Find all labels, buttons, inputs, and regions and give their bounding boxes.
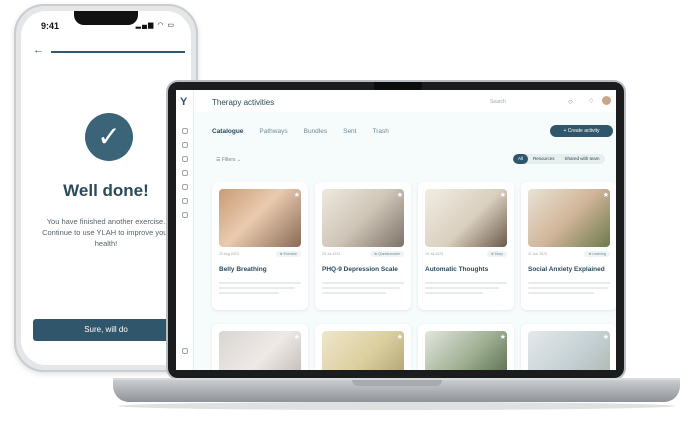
card-image xyxy=(322,189,404,247)
card-image xyxy=(219,189,301,247)
sidebar-calendar-icon[interactable] xyxy=(182,184,188,190)
app-logo[interactable]: Y xyxy=(180,96,187,108)
favourite-star-icon[interactable]: ★ xyxy=(500,191,506,199)
laptop-opening-groove xyxy=(351,380,442,386)
card-type-badge: ⊕ Questionnaire xyxy=(370,251,404,257)
favourite-star-icon[interactable]: ★ xyxy=(294,191,300,199)
activity-card-phq9[interactable]: ★ 25 Jul 2023 ⊕ Questionnaire PHQ-9 Depr… xyxy=(315,182,411,310)
sidebar-activities-icon[interactable] xyxy=(182,142,188,148)
activity-card[interactable]: ★ xyxy=(315,324,411,370)
avatar[interactable] xyxy=(602,96,611,105)
phone-notch xyxy=(74,11,138,25)
card-title: Belly Breathing xyxy=(219,266,267,273)
activity-card-automatic-thoughts[interactable]: ★ 19 Jul 2023 ⊕ Diary Automatic Thoughts xyxy=(418,182,514,310)
card-title: Social Anxiety Explained xyxy=(528,266,605,273)
card-type-badge: ⊕ Diary xyxy=(486,251,507,257)
search-input[interactable]: Search xyxy=(490,99,506,105)
card-date: 25 Jul 2023 xyxy=(322,252,341,256)
card-date: 19 Jul 2023 xyxy=(425,252,444,256)
card-image xyxy=(219,331,301,370)
topbar: Therapy activities Search ○ ♢ xyxy=(194,90,616,112)
card-type-badge: ⊕ Learning xyxy=(584,251,610,257)
card-description-line xyxy=(322,287,400,289)
sidebar-team-icon[interactable] xyxy=(182,170,188,176)
card-description-line xyxy=(528,287,608,289)
card-description-line xyxy=(219,287,295,289)
sidebar-help-icon[interactable] xyxy=(182,348,188,354)
checkmark-icon: ✓ xyxy=(85,113,133,161)
card-description-line xyxy=(528,282,610,284)
laptop-mockup: Y Therapy activities Search ○ ♢ Catalogu… xyxy=(166,80,626,380)
sidebar-messages-icon[interactable] xyxy=(182,198,188,204)
activity-card-belly-breathing[interactable]: ★ 20 Aug 2023 ⊕ Exercise Belly Breathing xyxy=(212,182,308,310)
favourite-star-icon[interactable]: ★ xyxy=(500,333,506,341)
laptop-base xyxy=(113,378,680,402)
search-icon[interactable]: ○ xyxy=(568,97,573,106)
card-description-line xyxy=(322,282,404,284)
card-description-line xyxy=(528,292,594,294)
signal-wifi-battery-icon: ▂▄▆ ◠ ▭ xyxy=(135,22,175,29)
card-image xyxy=(425,189,507,247)
card-image xyxy=(528,189,610,247)
sidebar-settings-icon[interactable] xyxy=(182,212,188,218)
segment-all[interactable]: All xyxy=(513,154,529,164)
back-arrow-icon[interactable]: ← xyxy=(33,44,44,56)
exercise-progress-fill xyxy=(51,51,185,53)
favourite-star-icon[interactable]: ★ xyxy=(397,333,403,341)
laptop-shadow xyxy=(118,402,675,410)
activity-card[interactable]: ★ xyxy=(418,324,514,370)
tab-pathways[interactable]: Pathways xyxy=(259,128,287,135)
activity-card[interactable]: ★ xyxy=(212,324,308,370)
segment-resources[interactable]: Resources xyxy=(528,154,560,164)
marketing-composite: 9:41 ▂▄▆ ◠ ▭ ← ✓ Well done! You have fin… xyxy=(0,0,691,438)
card-image xyxy=(425,331,507,370)
favourite-star-icon[interactable]: ★ xyxy=(603,191,609,199)
catalogue-tabs: Catalogue Pathways Bundles Sent Trash xyxy=(212,128,389,135)
filters-dropdown[interactable]: ☰ Filters ⌄ xyxy=(216,157,241,163)
sidebar-home-icon[interactable] xyxy=(182,128,188,134)
create-activity-button[interactable]: + Create activity xyxy=(550,125,613,137)
card-description-line xyxy=(322,292,386,294)
status-time: 9:41 xyxy=(41,21,60,31)
activity-card[interactable]: ★ xyxy=(521,324,616,370)
laptop-screen: Y Therapy activities Search ○ ♢ Catalogu… xyxy=(176,90,616,370)
card-date: 11 Jun 2023 xyxy=(528,252,548,256)
segment-shared-with-team[interactable]: Shared with team xyxy=(560,154,605,164)
sure-will-do-button[interactable]: Sure, will do xyxy=(33,319,179,341)
card-description-line xyxy=(425,282,507,284)
tab-sent[interactable]: Sent xyxy=(343,128,356,135)
favourite-star-icon[interactable]: ★ xyxy=(397,191,403,199)
source-segmented-control: All Resources Shared with team xyxy=(513,154,605,164)
tab-bundles[interactable]: Bundles xyxy=(304,128,328,135)
card-image xyxy=(528,331,610,370)
sidebar: Y xyxy=(176,90,194,370)
card-title: PHQ-9 Depression Scale xyxy=(322,266,398,273)
exercise-progress-bar xyxy=(51,51,185,53)
sidebar-clients-icon[interactable] xyxy=(182,156,188,162)
activity-card-social-anxiety[interactable]: ★ 11 Jun 2023 ⊕ Learning Social Anxiety … xyxy=(521,182,616,310)
card-image xyxy=(322,331,404,370)
completion-message: You have finished another exercise. Cont… xyxy=(42,217,170,248)
bell-icon[interactable]: ♢ xyxy=(588,97,594,105)
favourite-star-icon[interactable]: ★ xyxy=(294,333,300,341)
favourite-star-icon[interactable]: ★ xyxy=(603,333,609,341)
card-type-badge: ⊕ Exercise xyxy=(275,251,301,257)
card-date: 20 Aug 2023 xyxy=(219,252,239,256)
page-title: Therapy activities xyxy=(212,98,275,107)
card-description-line xyxy=(425,287,499,289)
tab-trash[interactable]: Trash xyxy=(372,128,388,135)
tab-catalogue[interactable]: Catalogue xyxy=(212,128,243,135)
card-description-line xyxy=(219,292,279,294)
card-description-line xyxy=(425,292,483,294)
card-title: Automatic Thoughts xyxy=(425,266,489,273)
card-description-line xyxy=(219,282,301,284)
